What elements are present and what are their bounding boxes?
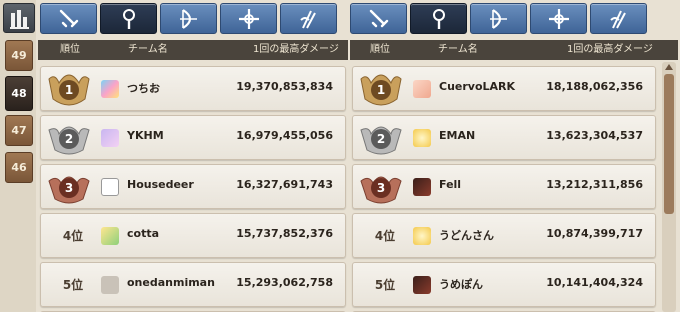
season-48-button[interactable]: 48 <box>5 76 33 111</box>
rank-number: 3 <box>371 178 391 198</box>
staff-orb-icon <box>123 9 135 29</box>
staff-orb-icon <box>433 9 445 29</box>
ranking-row[interactable]: 2 YKHM 16,979,455,056 <box>40 115 346 160</box>
avatar <box>413 129 431 147</box>
avatar <box>413 276 431 294</box>
chart-bars-icon <box>10 10 29 29</box>
rank-number: 2 <box>59 129 79 149</box>
tab-staff[interactable] <box>410 3 467 34</box>
tab-sword[interactable] <box>40 3 97 34</box>
rank-label: 4位 <box>374 229 396 243</box>
wing-blade-icon <box>300 10 316 29</box>
ranking-stats-button[interactable] <box>3 3 35 33</box>
team-column-label: チーム名 <box>128 44 168 55</box>
tab-sword[interactable] <box>350 3 407 34</box>
damage-value: 10,141,404,324 <box>546 276 643 289</box>
wing-blade-icon <box>610 10 626 29</box>
gold-medal-icon: 1 <box>45 69 93 111</box>
damage-value: 16,979,455,056 <box>236 129 333 142</box>
sword-icon <box>59 9 79 28</box>
team-name: つちお <box>127 82 160 95</box>
avatar <box>101 276 119 294</box>
column-header: 順位 チーム名 1回の最高ダメージ <box>350 40 678 60</box>
scroll-up-arrow-icon[interactable] <box>665 64 673 70</box>
team-name: うめぽん <box>439 278 483 291</box>
avatar <box>413 227 431 245</box>
avatar <box>101 80 119 98</box>
silver-medal-icon: 2 <box>357 118 405 160</box>
damage-column-label: 1回の最高ダメージ <box>253 44 339 55</box>
tab-staff[interactable] <box>100 3 157 34</box>
ranking-row[interactable]: 5位 うめぽん 10,141,404,324 <box>352 262 656 307</box>
rank-number: 1 <box>59 80 79 100</box>
team-name: Housedeer <box>127 178 194 191</box>
sword-icon <box>369 9 389 28</box>
tab-wing[interactable] <box>280 3 337 34</box>
gold-medal-icon: 1 <box>357 69 405 111</box>
scrollbar[interactable] <box>662 62 676 312</box>
tab-wing[interactable] <box>590 3 647 34</box>
tab-bow[interactable] <box>470 3 527 34</box>
team-name: EMAN <box>439 129 476 142</box>
ranking-row[interactable]: 3 Housedeer 16,327,691,743 <box>40 164 346 209</box>
avatar <box>101 227 119 245</box>
team-name: Fell <box>439 178 462 191</box>
rank-column-label: 順位 <box>60 44 80 55</box>
team-name: YKHM <box>127 129 164 142</box>
bow-icon <box>490 9 507 29</box>
avatar <box>101 178 119 196</box>
rank-column-label: 順位 <box>370 44 390 55</box>
team-name: onedanmiman <box>127 276 215 289</box>
bow-icon <box>180 9 197 29</box>
tab-cross[interactable] <box>530 3 587 34</box>
bronze-medal-icon: 3 <box>45 167 93 209</box>
scrollbar-thumb[interactable] <box>664 74 674 214</box>
damage-value: 13,623,304,537 <box>546 129 643 142</box>
team-name: cotta <box>127 227 160 240</box>
ranking-panel-right: 順位 チーム名 1回の最高ダメージ 1 CuervoLARK 18,188,06… <box>350 0 678 312</box>
damage-value: 15,293,062,758 <box>236 276 333 289</box>
rank-number: 1 <box>371 80 391 100</box>
damage-value: 19,370,853,834 <box>236 80 333 93</box>
season-49-button[interactable]: 49 <box>5 40 33 71</box>
ranking-panel-left: 順位 チーム名 1回の最高ダメージ 1 つちお 19,370,853,834 2… <box>38 0 348 312</box>
damage-column-label: 1回の最高ダメージ <box>567 44 653 55</box>
ranking-row[interactable]: 1 CuervoLARK 18,188,062,356 <box>352 66 656 111</box>
team-name: うどんさん <box>439 229 494 242</box>
tab-cross[interactable] <box>220 3 277 34</box>
cross-sparkle-icon <box>239 9 259 29</box>
rank-number: 3 <box>59 178 79 198</box>
rank-label: 5位 <box>374 278 396 292</box>
avatar <box>413 178 431 196</box>
damage-value: 13,212,311,856 <box>546 178 643 191</box>
season-rail: 49 48 47 46 <box>0 0 36 312</box>
ranking-row[interactable]: 4位 うどんさん 10,874,399,717 <box>352 213 656 258</box>
team-column-label: チーム名 <box>438 44 478 55</box>
cross-sparkle-icon <box>549 9 569 29</box>
class-tabs-right <box>350 3 678 35</box>
team-name: CuervoLARK <box>439 80 516 93</box>
class-tabs-left <box>38 3 348 35</box>
ranking-row[interactable]: 2 EMAN 13,623,304,537 <box>352 115 656 160</box>
damage-value: 10,874,399,717 <box>546 227 643 240</box>
avatar <box>413 80 431 98</box>
ranking-row[interactable]: 4位 cotta 15,737,852,376 <box>40 213 346 258</box>
damage-value: 18,188,062,356 <box>546 80 643 93</box>
column-header: 順位 チーム名 1回の最高ダメージ <box>38 40 348 60</box>
ranking-row[interactable]: 5位 onedanmiman 15,293,062,758 <box>40 262 346 307</box>
silver-medal-icon: 2 <box>45 118 93 160</box>
avatar <box>101 129 119 147</box>
season-46-button[interactable]: 46 <box>5 152 33 183</box>
damage-value: 16,327,691,743 <box>236 178 333 191</box>
rank-label: 4位 <box>62 229 84 243</box>
rank-number: 2 <box>371 129 391 149</box>
season-47-button[interactable]: 47 <box>5 115 33 146</box>
ranking-row[interactable]: 1 つちお 19,370,853,834 <box>40 66 346 111</box>
bronze-medal-icon: 3 <box>357 167 405 209</box>
damage-value: 15,737,852,376 <box>236 227 333 240</box>
ranking-row[interactable]: 3 Fell 13,212,311,856 <box>352 164 656 209</box>
tab-bow[interactable] <box>160 3 217 34</box>
rank-label: 5位 <box>62 278 84 292</box>
